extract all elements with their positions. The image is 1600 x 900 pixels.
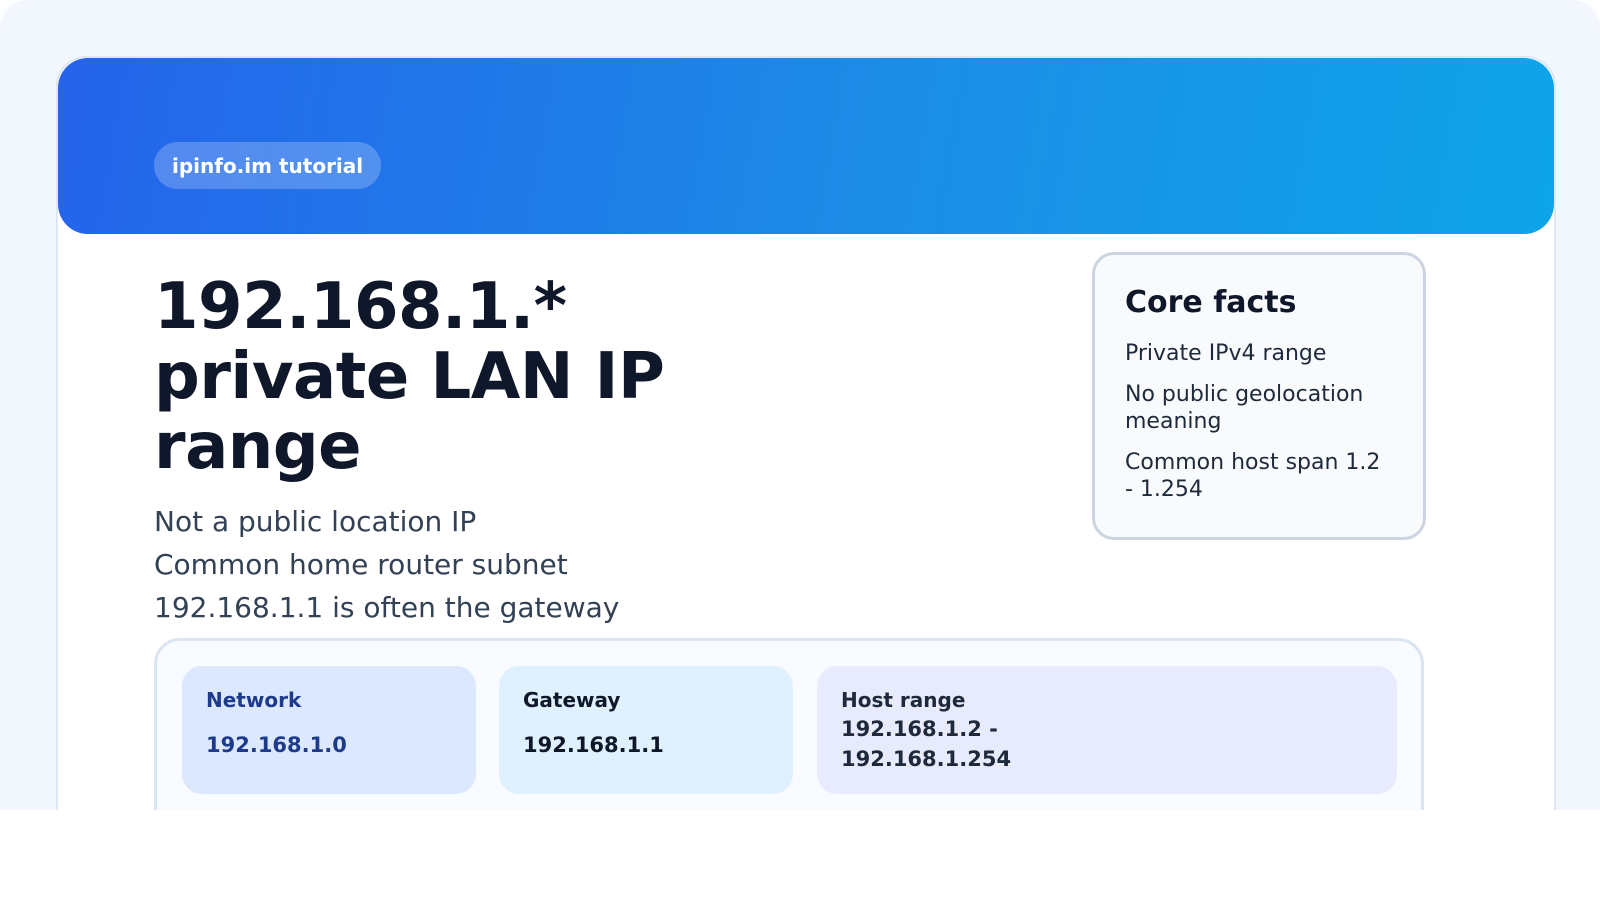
gateway-label: Gateway xyxy=(523,688,621,712)
summary-item: Common home router subnet xyxy=(154,548,568,581)
host-range-value: 192.168.1.2 - 192.168.1.254 xyxy=(841,717,1012,771)
core-fact-item: Common host span 1.2 - 1.254 xyxy=(1125,450,1381,502)
gateway-value: 192.168.1.1 xyxy=(523,733,664,757)
subnet-stats-panel: Network 192.168.1.0 Gateway 192.168.1.1 … xyxy=(154,638,1424,810)
core-facts-title: Core facts xyxy=(1125,285,1297,320)
network-stat-card: Network 192.168.1.0 xyxy=(182,666,476,794)
host-range-stat-card: Host range 192.168.1.2 - 192.168.1.254 xyxy=(817,666,1397,794)
hero-banner: ipinfo.im tutorial xyxy=(58,58,1554,234)
summary-item: Not a public location IP xyxy=(154,505,477,538)
core-fact-item: No public geolocation meaning xyxy=(1125,382,1364,434)
page-title: 192.168.1.* private LAN IP range xyxy=(154,270,665,484)
summary-list: Not a public location IP Common home rou… xyxy=(154,500,619,629)
network-value: 192.168.1.0 xyxy=(206,733,347,757)
core-fact-item: Private IPv4 range xyxy=(1125,341,1327,366)
tutorial-badge: ipinfo.im tutorial xyxy=(154,142,382,189)
core-facts-panel: Core facts Private IPv4 range No public … xyxy=(1092,252,1426,540)
host-range-label: Host range xyxy=(841,688,966,712)
summary-item: 192.168.1.1 is often the gateway xyxy=(154,591,620,624)
network-label: Network xyxy=(206,688,302,712)
page-background: ipinfo.im tutorial 192.168.1.* private L… xyxy=(0,0,1600,810)
tutorial-card: ipinfo.im tutorial 192.168.1.* private L… xyxy=(56,56,1556,810)
gateway-stat-card: Gateway 192.168.1.1 xyxy=(499,666,793,794)
core-facts-list: Private IPv4 range No public geolocation… xyxy=(1125,340,1395,503)
